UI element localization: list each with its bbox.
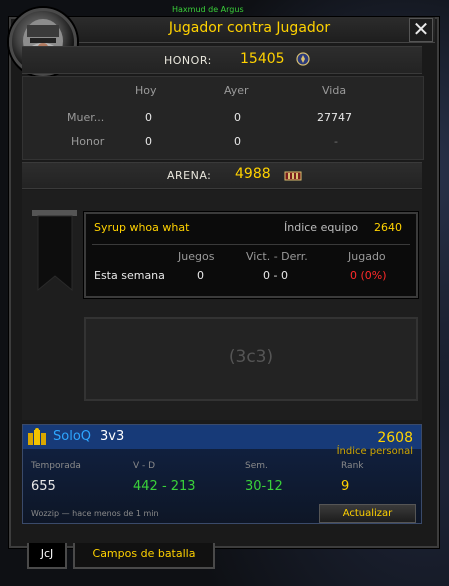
header-played: Jugado xyxy=(348,250,386,263)
honor-value: 15405 xyxy=(240,51,285,67)
divider xyxy=(92,244,410,245)
row-label-this-week: Esta semana xyxy=(94,269,165,282)
label-week: Sem. xyxy=(245,461,268,471)
alliance-crest-icon xyxy=(296,52,310,66)
arena-teams-panel: Syrup whoa what Índice equipo 2640 Juego… xyxy=(22,190,422,420)
top-caption: Haxmud de Argus xyxy=(172,5,244,14)
rank-value: 9 xyxy=(341,479,350,494)
kills-yesterday: 0 xyxy=(234,111,241,124)
label-season: Temporada xyxy=(31,461,81,471)
arena-value: 4988 xyxy=(235,166,271,182)
empty-slot-label: (3c3) xyxy=(228,347,274,367)
kills-lifetime: 27747 xyxy=(317,111,352,124)
window-title: Jugador contra Jugador xyxy=(168,20,331,36)
win-loss-value: 0 - 0 xyxy=(263,269,288,282)
soloq-bracket: 3v3 xyxy=(100,429,125,444)
tab-battlegrounds[interactable]: Campos de batalla xyxy=(73,543,215,569)
soloq-players-icon xyxy=(28,428,46,445)
played-value: 0 (0%) xyxy=(350,269,387,282)
arena-points-icon xyxy=(284,171,302,181)
title-bar[interactable]: Jugador contra Jugador ✕ xyxy=(64,17,435,43)
column-header-yesterday: Ayer xyxy=(224,84,249,97)
row-label-kills: Muer... xyxy=(67,111,105,124)
column-header-today: Hoy xyxy=(135,84,157,97)
update-button[interactable]: Actualizar xyxy=(319,504,416,523)
tab-jcj[interactable]: JcJ xyxy=(27,543,67,569)
soloq-panel: SoloQ 3v3 2608 Índice personal Temporada… xyxy=(22,424,422,524)
arena-points-bar: ARENA: 4988 xyxy=(22,162,422,189)
team-banner-icon[interactable] xyxy=(32,210,77,300)
honor-today: 0 xyxy=(145,135,152,148)
soloq-name: SoloQ xyxy=(53,429,92,444)
label-win-loss: V - D xyxy=(133,461,156,471)
season-win-loss: 442 - 213 xyxy=(133,479,196,494)
team-rating-label: Índice equipo xyxy=(284,221,359,234)
honor-stats-table: Hoy Ayer Vida Muer... 0 0 27747 Honor 0 … xyxy=(22,76,424,160)
close-icon[interactable]: ✕ xyxy=(409,18,433,42)
row-label-honor: Honor xyxy=(71,135,105,148)
honor-yesterday: 0 xyxy=(234,135,241,148)
header-games: Juegos xyxy=(178,250,215,263)
soloq-rating-label: Índice personal xyxy=(336,446,413,457)
kills-today: 0 xyxy=(145,111,152,124)
honor-label: HONOR: xyxy=(164,54,212,67)
column-header-lifetime: Vida xyxy=(322,84,347,97)
team-name: Syrup whoa what xyxy=(94,221,190,234)
last-update-info: Wozzip — hace menos de 1 min xyxy=(31,509,159,518)
team-card-2v2[interactable]: Syrup whoa what Índice equipo 2640 Juego… xyxy=(84,212,418,298)
arena-label: ARENA: xyxy=(167,169,212,182)
team-rating: 2640 xyxy=(374,221,402,234)
honor-bar: HONOR: 15405 xyxy=(22,46,422,74)
header-win-loss: Vict. - Derr. xyxy=(246,250,308,263)
honor-lifetime: - xyxy=(334,135,338,148)
season-games: 655 xyxy=(31,479,56,494)
empty-team-slot-3v3[interactable]: (3c3) xyxy=(84,317,418,401)
games-value: 0 xyxy=(197,269,204,282)
week-win-loss: 30-12 xyxy=(245,479,283,494)
soloq-rating: 2608 xyxy=(377,430,413,446)
label-rank: Rank xyxy=(341,461,364,471)
